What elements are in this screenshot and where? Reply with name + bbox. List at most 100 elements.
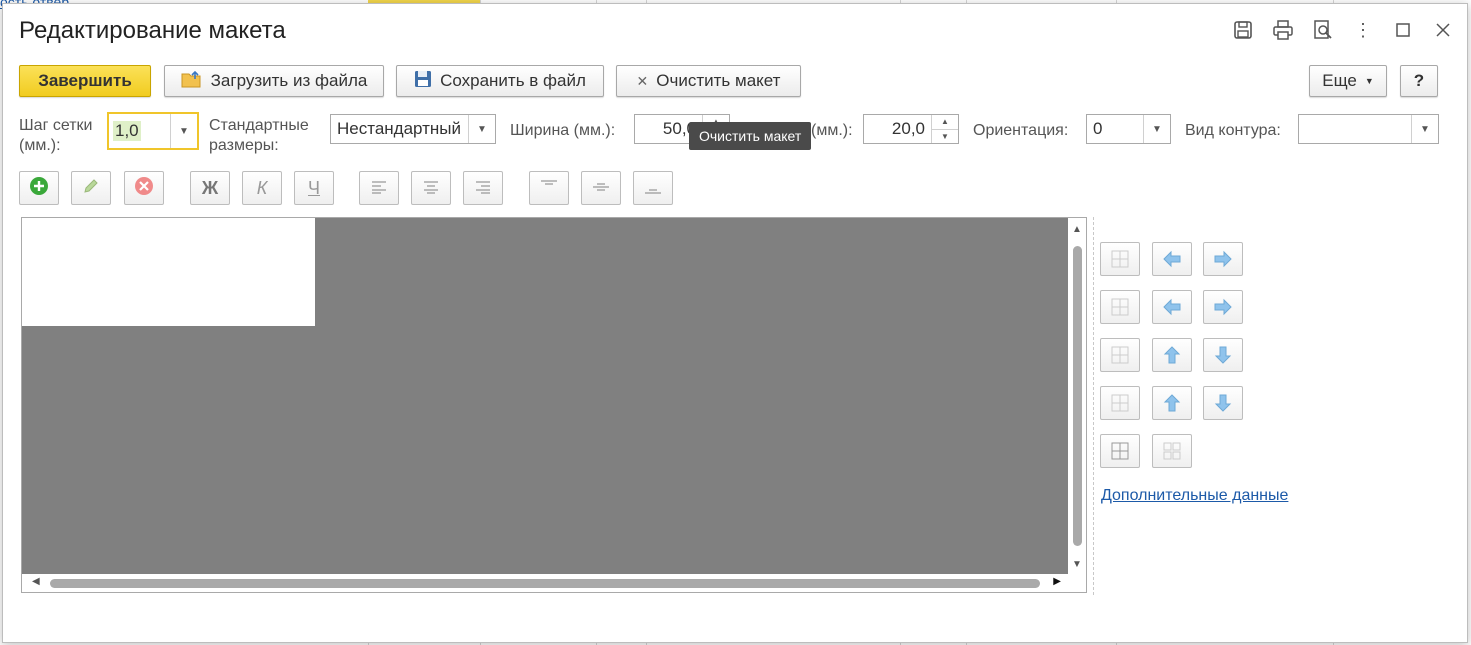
align-middle-button[interactable] bbox=[581, 171, 621, 205]
align-left-icon bbox=[371, 178, 387, 199]
clear-layout-button[interactable]: ✕ Очистить макет bbox=[616, 65, 801, 97]
dialog-title: Редактирование макета bbox=[19, 17, 286, 44]
width-label: Ширина (мм.): bbox=[510, 122, 616, 139]
align-top-button[interactable] bbox=[529, 171, 569, 205]
grid-icon bbox=[1111, 298, 1129, 316]
clear-x-icon: ✕ bbox=[636, 72, 649, 89]
grid-step-label: Шаг сетки (мм.): bbox=[19, 117, 93, 154]
add-circle-icon bbox=[29, 176, 49, 201]
delete-circle-icon bbox=[134, 176, 154, 201]
save-to-file-button[interactable]: Сохранить в файл bbox=[396, 65, 604, 97]
print-icon[interactable] bbox=[1271, 18, 1295, 42]
move-up-button[interactable] bbox=[1152, 338, 1192, 372]
help-button[interactable]: ? bbox=[1400, 65, 1438, 97]
save-to-file-label: Сохранить в файл bbox=[440, 71, 586, 90]
move-down-button[interactable] bbox=[1203, 338, 1243, 372]
standard-sizes-select[interactable]: Нестандартный ▼ bbox=[330, 114, 496, 144]
align-bottom-button[interactable] bbox=[633, 171, 673, 205]
help-button-label: ? bbox=[1413, 71, 1425, 90]
page-boundary bbox=[36, 323, 315, 326]
chevron-down-icon[interactable]: ▼ bbox=[468, 115, 495, 143]
arrow-left-icon bbox=[1163, 250, 1181, 268]
arrow-right-icon bbox=[1214, 250, 1232, 268]
save-icon[interactable] bbox=[1231, 18, 1255, 42]
resize-right-button[interactable] bbox=[1203, 290, 1243, 324]
floppy-disk-icon bbox=[414, 70, 432, 93]
grid-step-value: 1,0 bbox=[113, 121, 141, 141]
grid-icon bbox=[1163, 442, 1181, 460]
grid-layout-button-2[interactable] bbox=[1100, 290, 1140, 324]
height-field[interactable]: 20,0 ▲ ▼ bbox=[863, 114, 959, 144]
arrow-up-icon bbox=[1163, 346, 1181, 364]
grid-step-field[interactable]: 1,0 ▼ bbox=[107, 112, 199, 150]
grid-icon bbox=[1111, 346, 1129, 364]
scroll-left-icon[interactable]: ◀ bbox=[32, 576, 40, 587]
merge-cells-button[interactable] bbox=[1100, 434, 1140, 468]
scroll-right-icon[interactable]: ▶ bbox=[1053, 576, 1061, 587]
scroll-up-icon[interactable]: ▲ bbox=[1072, 224, 1082, 235]
orientation-select[interactable]: 0 ▼ bbox=[1086, 114, 1171, 144]
align-center-icon bbox=[423, 178, 439, 199]
clear-layout-label: Очистить макет bbox=[656, 71, 781, 90]
tooltip: Очистить макет bbox=[689, 122, 812, 150]
load-from-file-button[interactable]: Загрузить из файла bbox=[164, 65, 384, 97]
label-page-area[interactable] bbox=[22, 218, 315, 326]
arrow-down-icon bbox=[1214, 394, 1232, 412]
chevron-down-icon[interactable]: ▼ bbox=[1411, 115, 1438, 143]
horizontal-scroll-thumb[interactable] bbox=[50, 579, 1040, 588]
panel-divider[interactable] bbox=[1093, 217, 1094, 595]
height-value: 20,0 bbox=[891, 119, 925, 138]
finish-button[interactable]: Завершить bbox=[19, 65, 151, 97]
more-menu-button[interactable]: Еще ▼ bbox=[1309, 65, 1387, 97]
additional-data-link[interactable]: Дополнительные данные bbox=[1101, 487, 1288, 505]
grid-layout-button-3[interactable] bbox=[1100, 338, 1140, 372]
align-right-icon bbox=[475, 178, 491, 199]
more-vertical-icon[interactable]: ⋮ bbox=[1351, 18, 1375, 42]
bold-button[interactable]: Ж bbox=[190, 171, 230, 205]
vertical-scrollbar[interactable]: ▲ ▼ bbox=[1068, 218, 1086, 574]
grid-icon bbox=[1111, 442, 1129, 460]
move-right-button[interactable] bbox=[1203, 242, 1243, 276]
resize-up-button[interactable] bbox=[1152, 386, 1192, 420]
move-left-button[interactable] bbox=[1152, 242, 1192, 276]
split-cells-button[interactable] bbox=[1152, 434, 1192, 468]
resize-down-button[interactable] bbox=[1203, 386, 1243, 420]
grid-layout-button-4[interactable] bbox=[1100, 386, 1140, 420]
resize-left-button[interactable] bbox=[1152, 290, 1192, 324]
grid-icon bbox=[1111, 250, 1129, 268]
underline-button[interactable]: Ч bbox=[294, 171, 334, 205]
align-left-button[interactable] bbox=[359, 171, 399, 205]
scroll-down-icon[interactable]: ▼ bbox=[1072, 559, 1082, 570]
arrow-left-icon bbox=[1163, 298, 1181, 316]
align-right-button[interactable] bbox=[463, 171, 503, 205]
add-field-button[interactable] bbox=[19, 171, 59, 205]
align-middle-icon bbox=[592, 178, 610, 199]
bold-label: Ж bbox=[201, 177, 219, 198]
align-top-icon bbox=[540, 178, 558, 199]
pencil-icon bbox=[82, 177, 100, 200]
height-label-end: (мм.): bbox=[811, 122, 853, 139]
edit-field-button[interactable] bbox=[71, 171, 111, 205]
close-icon[interactable] bbox=[1431, 18, 1455, 42]
vertical-scroll-thumb[interactable] bbox=[1073, 246, 1082, 546]
preview-icon[interactable] bbox=[1311, 18, 1335, 42]
align-center-button[interactable] bbox=[411, 171, 451, 205]
layout-canvas[interactable]: ▲ ▼ ◀ ▶ bbox=[21, 217, 1087, 593]
load-from-file-label: Загрузить из файла bbox=[210, 71, 368, 90]
chevron-down-icon[interactable]: ▼ bbox=[170, 114, 197, 148]
delete-field-button[interactable] bbox=[124, 171, 164, 205]
orientation-label: Ориентация: bbox=[973, 122, 1069, 139]
maximize-icon[interactable] bbox=[1391, 18, 1415, 42]
finish-button-label: Завершить bbox=[38, 71, 132, 90]
italic-button[interactable]: К bbox=[242, 171, 282, 205]
arrow-right-icon bbox=[1214, 298, 1232, 316]
folder-upload-icon bbox=[181, 70, 203, 93]
orientation-value: 0 bbox=[1093, 119, 1103, 138]
height-spinner[interactable]: ▲ ▼ bbox=[931, 115, 958, 143]
contour-type-label: Вид контура: bbox=[1185, 122, 1281, 139]
chevron-down-icon[interactable]: ▼ bbox=[1143, 115, 1170, 143]
horizontal-scrollbar[interactable]: ◀ ▶ bbox=[22, 574, 1069, 592]
contour-type-select[interactable]: ▼ bbox=[1298, 114, 1439, 144]
grid-layout-button-1[interactable] bbox=[1100, 242, 1140, 276]
arrow-up-icon bbox=[1163, 394, 1181, 412]
